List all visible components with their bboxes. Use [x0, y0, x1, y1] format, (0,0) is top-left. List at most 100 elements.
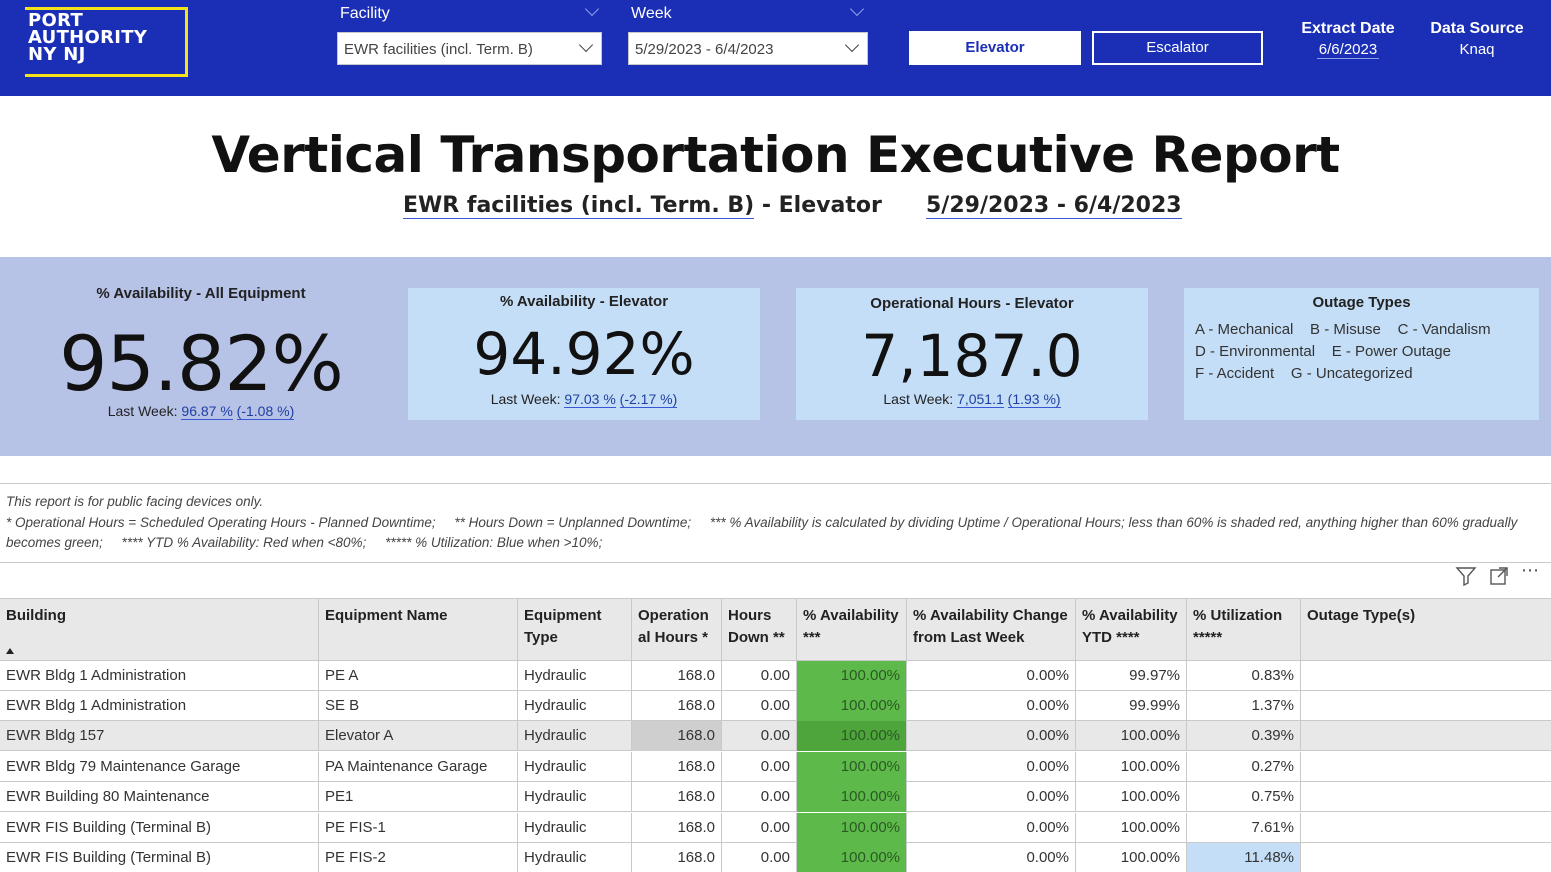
- cell-availability-change: 0.00%: [907, 661, 1076, 691]
- cell-outage-types: [1301, 843, 1551, 872]
- col-header-label: *****: [1193, 629, 1223, 646]
- kpi-last-value[interactable]: 96.87 %: [181, 403, 233, 420]
- cell-hours-down: 0.00: [722, 813, 797, 843]
- cell-hours-down: 0.00: [722, 752, 797, 782]
- cell-utilization: 0.39%: [1187, 721, 1301, 751]
- facility-dropdown-value: EWR facilities (incl. Term. B): [344, 41, 533, 58]
- col-header-utilization[interactable]: % Utilization *****: [1187, 599, 1301, 662]
- kpi-last-value[interactable]: 7,051.1: [957, 391, 1004, 408]
- col-header-label: % Availability: [1082, 607, 1178, 624]
- col-header-availability-ytd[interactable]: % Availability YTD ****: [1076, 599, 1187, 662]
- table-row[interactable]: EWR FIS Building (Terminal B) PE FIS-1 Hyd…: [0, 813, 1551, 843]
- more-options-icon[interactable]: ⋯: [1521, 560, 1540, 581]
- report-subtitle-week: 5/29/2023 - 6/4/2023: [926, 193, 1182, 219]
- kpi-operational-hours: Operational Hours - Elevator 7,187.0 Las…: [796, 288, 1148, 420]
- extract-date-label: Extract Date: [1301, 20, 1395, 37]
- table-row[interactable]: EWR Bldg 157 Elevator A Hydraulic 168.0 0.00…: [0, 721, 1551, 751]
- cell-equipment-name: PA Maintenance Garage: [319, 752, 518, 782]
- logo-line: NY NJ: [28, 44, 86, 65]
- cell-operational-hours: 168.0: [632, 782, 722, 812]
- col-header-label: % Availability: [803, 607, 899, 624]
- kpi-last-value[interactable]: 97.03 %: [564, 391, 616, 408]
- elevator-button[interactable]: Elevator: [909, 31, 1081, 65]
- cell-utilization: 0.83%: [1187, 661, 1301, 691]
- cell-equipment-name: SE B: [319, 691, 518, 721]
- cell-availability: 100.00%: [797, 721, 907, 751]
- kpi-last-change[interactable]: (1.93 %): [1007, 391, 1061, 408]
- table-row[interactable]: EWR Bldg 1 Administration PE A Hydraulic 16…: [0, 661, 1551, 691]
- cell-availability-change: 0.00%: [907, 691, 1076, 721]
- cell-operational-hours: 168.0: [632, 661, 722, 691]
- cell-availability-change: 0.00%: [907, 843, 1076, 872]
- kpi-last-change[interactable]: (-2.17 %): [619, 391, 678, 408]
- outage-types-line: D - Environmental E - Power Outage: [1195, 343, 1451, 360]
- col-header-building[interactable]: Building: [0, 599, 319, 662]
- chevron-down-icon[interactable]: [849, 1, 865, 17]
- cell-equipment-name: PE FIS-2: [319, 843, 518, 872]
- cell-building: EWR Bldg 157: [0, 721, 319, 751]
- cell-availability-ytd: 100.00%: [1076, 843, 1187, 872]
- col-header-availability-change[interactable]: % Availability Change from Last Week: [907, 599, 1076, 662]
- cell-equipment-type: Hydraulic: [518, 691, 632, 721]
- cell-availability-change: 0.00%: [907, 721, 1076, 751]
- cell-operational-hours: 168.0: [632, 721, 722, 751]
- cell-availability: 100.00%: [797, 752, 907, 782]
- cell-availability-ytd: 100.00%: [1076, 782, 1187, 812]
- col-header-hours-down[interactable]: Hours Down **: [722, 599, 797, 662]
- chevron-down-icon[interactable]: [584, 1, 600, 17]
- cell-availability-change: 0.00%: [907, 782, 1076, 812]
- filter-icon[interactable]: [1455, 566, 1477, 586]
- col-header-operational-hours[interactable]: Operation al Hours *: [632, 599, 722, 662]
- subtitle-week: 5/29/2023 - 6/4/2023: [926, 193, 1182, 219]
- cell-outage-types: [1301, 813, 1551, 843]
- col-header-availability[interactable]: % Availability ***: [797, 599, 907, 662]
- col-header-equipment-name[interactable]: Equipment Name: [319, 599, 518, 662]
- table-row[interactable]: EWR Building 80 Maintenance PE1 Hydraulic 1…: [0, 782, 1551, 812]
- outage-types-legend: Outage Types A - Mechanical B - Misuse C…: [1184, 288, 1539, 420]
- kpi-last-prefix: Last Week:: [107, 403, 182, 419]
- focus-mode-icon[interactable]: [1489, 566, 1509, 586]
- kpi-value: 7,187.0: [861, 322, 1083, 390]
- cell-outage-types: [1301, 661, 1551, 691]
- kpi-last-change[interactable]: (-1.08 %): [236, 403, 295, 420]
- cell-equipment-type: Hydraulic: [518, 843, 632, 872]
- col-header-label: Type: [524, 629, 558, 646]
- kpi-title: % Availability - Elevator: [499, 293, 669, 310]
- cell-availability: 100.00%: [797, 691, 907, 721]
- subtitle-facility: EWR facilities (incl. Term. B): [403, 193, 755, 219]
- kpi-value: 95.82%: [59, 319, 344, 408]
- table-header: Building Equipment Name Equipment Type O…: [0, 598, 1551, 662]
- week-dropdown[interactable]: 5/29/2023 - 6/4/2023: [628, 32, 868, 65]
- table-row[interactable]: EWR Bldg 1 Administration SE B Hydraulic 16…: [0, 691, 1551, 721]
- cell-outage-types: [1301, 721, 1551, 751]
- table-row[interactable]: EWR Bldg 79 Maintenance Garage PA Mainten…: [0, 752, 1551, 782]
- cell-operational-hours: 168.0: [632, 843, 722, 872]
- cell-operational-hours: 168.0: [632, 752, 722, 782]
- sort-ascending-icon: [6, 648, 14, 654]
- escalator-button[interactable]: Escalator: [1092, 31, 1263, 65]
- col-header-label: Down **: [728, 629, 785, 646]
- col-header-label: % Utilization: [1193, 607, 1283, 624]
- col-header-outage-types[interactable]: Outage Type(s): [1301, 599, 1551, 662]
- col-header-label: % Availability Change: [913, 607, 1068, 624]
- cell-operational-hours: 168.0: [632, 813, 722, 843]
- cell-utilization: 1.37%: [1187, 691, 1301, 721]
- col-header-label: Equipment: [524, 607, 602, 624]
- cell-equipment-name: Elevator A: [319, 721, 518, 751]
- outage-types-line: F - Accident G - Uncategorized: [1195, 365, 1413, 382]
- facility-dropdown[interactable]: EWR facilities (incl. Term. B): [337, 32, 602, 65]
- cell-equipment-type: Hydraulic: [518, 721, 632, 751]
- report-subtitle-facility: EWR facilities (incl. Term. B) - Elevato…: [403, 193, 882, 219]
- cell-operational-hours: 168.0: [632, 691, 722, 721]
- col-header-label: Equipment Name: [325, 607, 448, 624]
- cell-availability-ytd: 99.97%: [1076, 661, 1187, 691]
- col-header-equipment-type[interactable]: Equipment Type: [518, 599, 632, 662]
- table-row[interactable]: EWR FIS Building (Terminal B) PE FIS-2 Hyd…: [0, 843, 1551, 872]
- data-source-label: Data Source: [1430, 20, 1524, 37]
- kpi-all-equipment: % Availability - All Equipment 95.82% La…: [0, 257, 402, 456]
- cell-outage-types: [1301, 752, 1551, 782]
- cell-availability: 100.00%: [797, 661, 907, 691]
- col-header-label: from Last Week: [913, 629, 1025, 646]
- cell-utilization: 0.27%: [1187, 752, 1301, 782]
- col-header-label: ***: [803, 629, 821, 646]
